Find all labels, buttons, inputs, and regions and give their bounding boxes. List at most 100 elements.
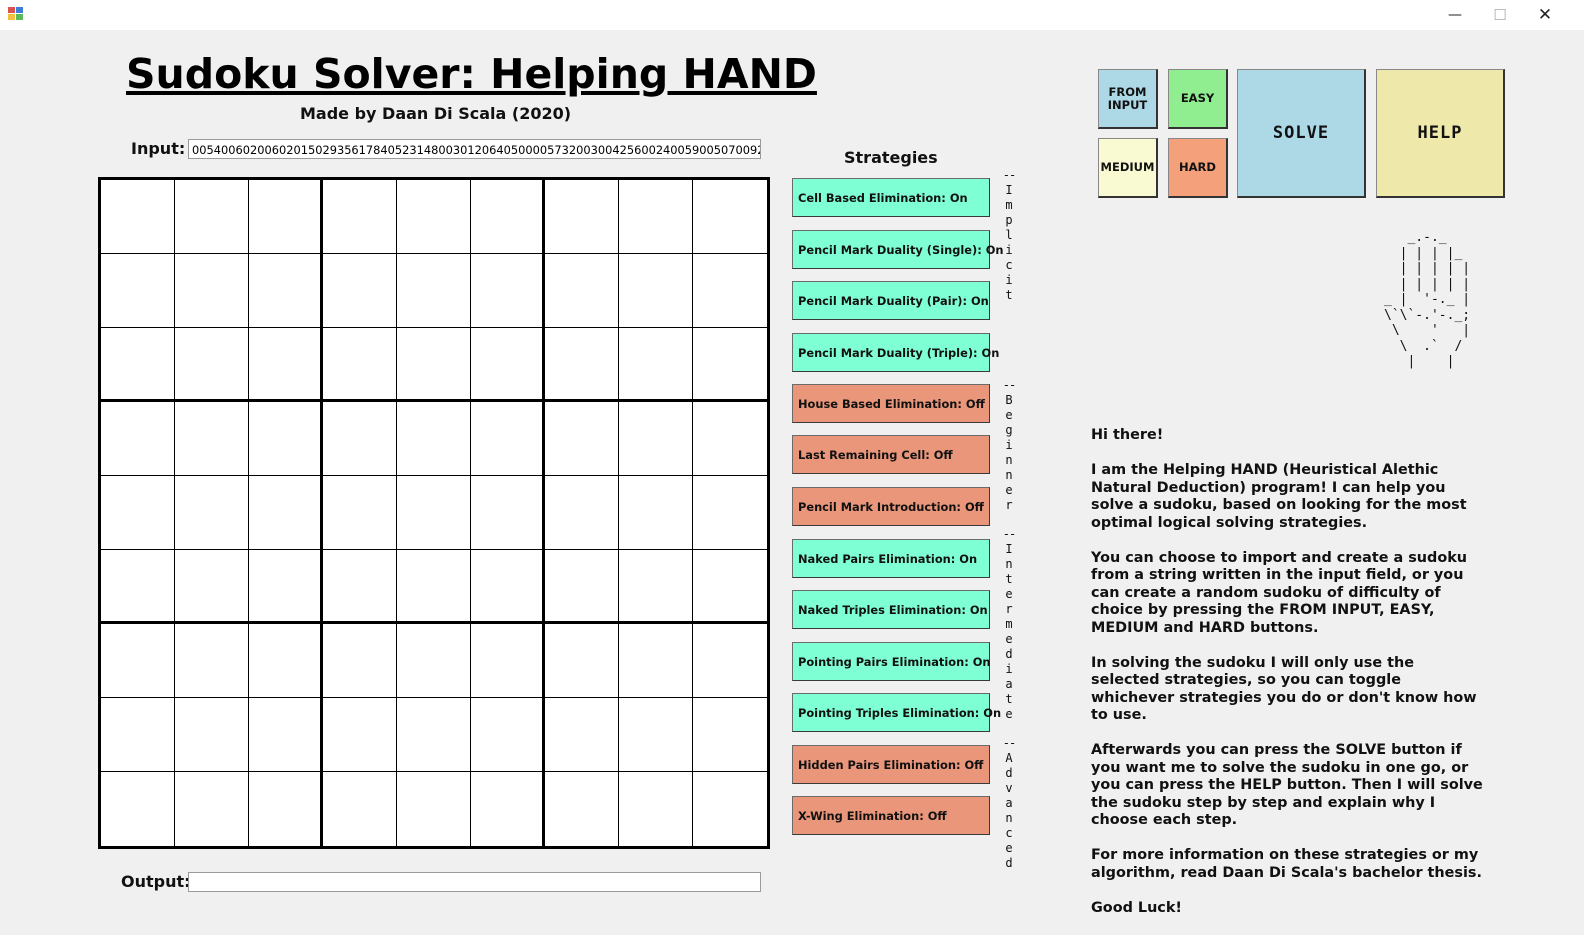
sudoku-cell[interactable]: [693, 476, 767, 550]
strategy-toggle-button[interactable]: Pencil Mark Duality (Pair): On: [792, 281, 990, 320]
sudoku-cell[interactable]: [175, 624, 249, 698]
sudoku-cell[interactable]: [323, 550, 397, 624]
sudoku-cell[interactable]: [323, 328, 397, 402]
sudoku-cell[interactable]: [323, 624, 397, 698]
sudoku-cell[interactable]: [175, 402, 249, 476]
sudoku-cell[interactable]: [175, 328, 249, 402]
sudoku-cell[interactable]: [101, 254, 175, 328]
sudoku-cell[interactable]: [249, 180, 323, 254]
strategy-toggle-button[interactable]: Naked Pairs Elimination: On: [792, 539, 990, 578]
sudoku-cell[interactable]: [471, 328, 545, 402]
sudoku-cell[interactable]: [101, 180, 175, 254]
sudoku-cell[interactable]: [545, 402, 619, 476]
help-button[interactable]: HELP: [1376, 69, 1505, 198]
sudoku-cell[interactable]: [249, 254, 323, 328]
hard-button[interactable]: HARD: [1168, 138, 1228, 198]
sudoku-cell[interactable]: [545, 328, 619, 402]
sudoku-cell[interactable]: [175, 180, 249, 254]
sudoku-cell[interactable]: [693, 698, 767, 772]
sudoku-cell[interactable]: [397, 328, 471, 402]
sudoku-cell[interactable]: [397, 180, 471, 254]
sudoku-cell[interactable]: [175, 550, 249, 624]
sudoku-cell[interactable]: [249, 328, 323, 402]
sudoku-cell[interactable]: [545, 476, 619, 550]
sudoku-cell[interactable]: [175, 772, 249, 846]
sudoku-cell[interactable]: [323, 476, 397, 550]
sudoku-cell[interactable]: [397, 772, 471, 846]
sudoku-cell[interactable]: [693, 402, 767, 476]
sudoku-cell[interactable]: [101, 476, 175, 550]
sudoku-cell[interactable]: [693, 180, 767, 254]
sudoku-cell[interactable]: [545, 180, 619, 254]
sudoku-cell[interactable]: [101, 772, 175, 846]
sudoku-cell[interactable]: [101, 550, 175, 624]
strategy-toggle-button[interactable]: Hidden Pairs Elimination: Off: [792, 745, 990, 784]
sudoku-cell[interactable]: [619, 254, 693, 328]
sudoku-cell[interactable]: [397, 254, 471, 328]
sudoku-cell[interactable]: [619, 402, 693, 476]
strategy-toggle-button[interactable]: Pencil Mark Duality (Single): On: [792, 230, 1004, 269]
sudoku-cell[interactable]: [249, 772, 323, 846]
sudoku-cell[interactable]: [249, 402, 323, 476]
strategy-toggle-button[interactable]: Cell Based Elimination: On: [792, 178, 990, 217]
sudoku-cell[interactable]: [693, 624, 767, 698]
sudoku-cell[interactable]: [471, 624, 545, 698]
sudoku-cell[interactable]: [693, 328, 767, 402]
sudoku-cell[interactable]: [471, 254, 545, 328]
sudoku-cell[interactable]: [323, 698, 397, 772]
sudoku-cell[interactable]: [471, 402, 545, 476]
sudoku-cell[interactable]: [693, 550, 767, 624]
sudoku-cell[interactable]: [397, 476, 471, 550]
sudoku-cell[interactable]: [471, 550, 545, 624]
sudoku-cell[interactable]: [397, 402, 471, 476]
solve-button[interactable]: SOLVE: [1237, 69, 1366, 198]
sudoku-cell[interactable]: [545, 772, 619, 846]
sudoku-cell[interactable]: [545, 698, 619, 772]
strategy-toggle-button[interactable]: X-Wing Elimination: Off: [792, 796, 990, 835]
strategy-toggle-button[interactable]: Naked Triples Elimination: On: [792, 590, 990, 629]
sudoku-cell[interactable]: [249, 698, 323, 772]
minimize-icon[interactable]: —: [1432, 0, 1478, 30]
sudoku-cell[interactable]: [175, 698, 249, 772]
sudoku-cell[interactable]: [101, 402, 175, 476]
sudoku-cell[interactable]: [693, 772, 767, 846]
strategy-toggle-button[interactable]: Pencil Mark Duality (Triple): On: [792, 333, 999, 372]
strategy-toggle-button[interactable]: Pointing Pairs Elimination: On: [792, 642, 991, 681]
sudoku-cell[interactable]: [619, 328, 693, 402]
strategy-toggle-button[interactable]: Last Remaining Cell: Off: [792, 435, 990, 474]
close-icon[interactable]: ✕: [1522, 0, 1568, 30]
sudoku-cell[interactable]: [397, 550, 471, 624]
sudoku-cell[interactable]: [397, 698, 471, 772]
input-field[interactable]: 0054006020060201502935617840523148003012…: [188, 139, 761, 159]
sudoku-cell[interactable]: [693, 254, 767, 328]
sudoku-cell[interactable]: [471, 772, 545, 846]
sudoku-cell[interactable]: [323, 180, 397, 254]
sudoku-cell[interactable]: [471, 180, 545, 254]
strategy-toggle-button[interactable]: House Based Elimination: Off: [792, 384, 990, 423]
sudoku-cell[interactable]: [323, 254, 397, 328]
sudoku-cell[interactable]: [545, 254, 619, 328]
sudoku-cell[interactable]: [619, 772, 693, 846]
from-input-button[interactable]: FROM INPUT: [1098, 69, 1158, 129]
sudoku-cell[interactable]: [175, 476, 249, 550]
sudoku-cell[interactable]: [175, 254, 249, 328]
medium-button[interactable]: MEDIUM: [1098, 138, 1158, 198]
maximize-icon[interactable]: ☐: [1477, 0, 1523, 30]
strategy-toggle-button[interactable]: Pencil Mark Introduction: Off: [792, 487, 990, 526]
sudoku-cell[interactable]: [471, 698, 545, 772]
sudoku-cell[interactable]: [101, 698, 175, 772]
sudoku-cell[interactable]: [249, 624, 323, 698]
sudoku-cell[interactable]: [619, 476, 693, 550]
sudoku-cell[interactable]: [249, 550, 323, 624]
sudoku-cell[interactable]: [101, 624, 175, 698]
sudoku-cell[interactable]: [619, 624, 693, 698]
sudoku-cell[interactable]: [545, 624, 619, 698]
easy-button[interactable]: EASY: [1168, 69, 1228, 129]
sudoku-cell[interactable]: [323, 772, 397, 846]
sudoku-cell[interactable]: [619, 550, 693, 624]
sudoku-cell[interactable]: [545, 550, 619, 624]
sudoku-cell[interactable]: [619, 180, 693, 254]
sudoku-cell[interactable]: [619, 698, 693, 772]
sudoku-cell[interactable]: [323, 402, 397, 476]
strategy-toggle-button[interactable]: Pointing Triples Elimination: On: [792, 693, 1001, 732]
